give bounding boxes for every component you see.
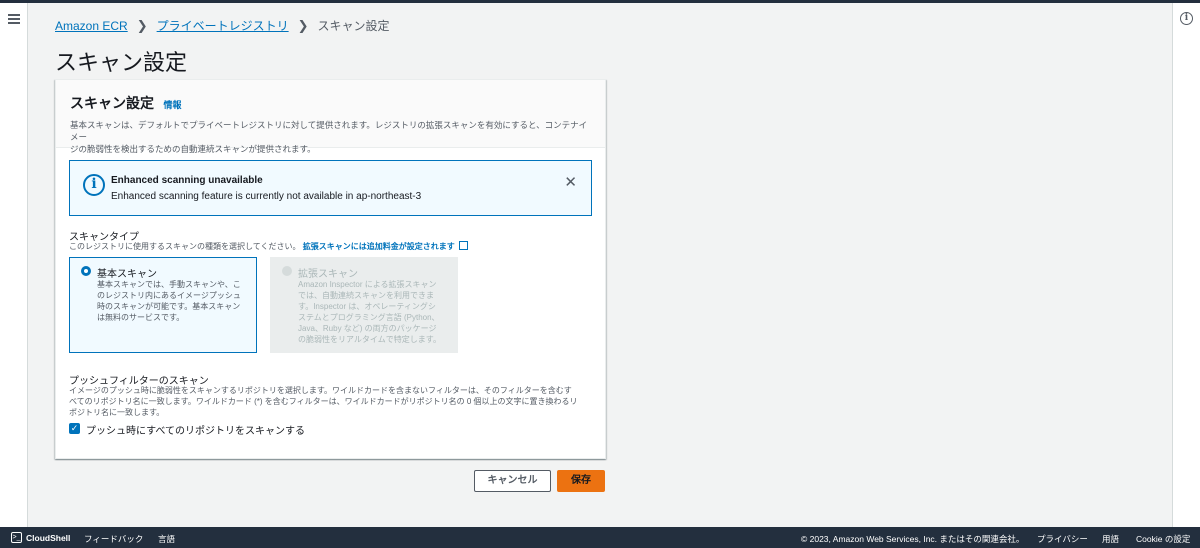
- tile-desc-line: の脆弱性をリアルタイムで特定します。: [298, 335, 441, 344]
- pricing-link[interactable]: 拡張スキャンには追加料金が設定されます: [303, 242, 455, 251]
- scan-all-repos-label[interactable]: プッシュ時にすべてのリポジトリをスキャンする: [86, 422, 305, 437]
- left-nav-panel: [0, 3, 28, 527]
- cancel-button[interactable]: キャンセル: [474, 470, 551, 492]
- close-icon[interactable]: ✕: [564, 173, 577, 191]
- tile-desc-line: は無料のサービスです。: [97, 313, 185, 322]
- tile-desc-line: 基本スキャンでは、手動スキャンや、こ: [97, 280, 241, 289]
- cookie-settings-link[interactable]: Cookie の設定: [1136, 533, 1190, 545]
- basic-scan-label: 基本スキャン: [97, 269, 157, 280]
- language-link[interactable]: 言語: [158, 533, 175, 545]
- card-description: 基本スキャンは、デフォルトでプライベートレジストリに対して提供されます。レジスト…: [70, 119, 591, 155]
- basic-scan-radio[interactable]: [81, 266, 91, 276]
- info-link[interactable]: 情報: [163, 100, 181, 110]
- external-link-icon: [458, 241, 468, 250]
- enhanced-scan-description: Amazon Inspector による拡張スキャン では、自動連続スキャンを利…: [298, 279, 448, 345]
- feedback-link[interactable]: フィードバック: [84, 533, 143, 545]
- breadcrumb-private-registry[interactable]: プライベートレジストリ: [157, 17, 289, 34]
- chevron-right-icon: ❯: [297, 17, 309, 33]
- right-help-panel: i: [1172, 3, 1200, 527]
- info-icon[interactable]: i: [1180, 12, 1193, 25]
- tile-desc-line: ステムとプログラミング言語 (Python、: [298, 313, 440, 322]
- card-header: スキャン設定 情報 基本スキャンは、デフォルトでプライベートレジストリに対して提…: [56, 80, 605, 154]
- save-button[interactable]: 保存: [557, 470, 605, 492]
- info-icon: i: [83, 174, 105, 196]
- alert-title: Enhanced scanning unavailable: [111, 175, 263, 186]
- privacy-link[interactable]: プライバシー: [1037, 533, 1088, 545]
- copyright-text: © 2023, Amazon Web Services, Inc. またはその関…: [801, 534, 1025, 544]
- tile-desc-line: Java、Ruby など) の両方のパッケージ: [298, 324, 437, 333]
- scan-all-repos-checkbox[interactable]: ✓: [69, 423, 80, 434]
- scan-settings-card: スキャン設定 情報 基本スキャンは、デフォルトでプライベートレジストリに対して提…: [55, 79, 606, 459]
- scan-type-description: このレジストリに使用するスキャンの種類を選択してください。 拡張スキャンには追加…: [69, 241, 468, 252]
- enhanced-scan-radio: [282, 266, 292, 276]
- tile-desc-line: Amazon Inspector による拡張スキャン: [298, 280, 437, 289]
- basic-scan-description: 基本スキャンでは、手動スキャンや、こ のレジストリ内にあるイメージプッシュ 時の…: [97, 279, 247, 323]
- breadcrumb: Amazon ECR ❯ プライベートレジストリ ❯ スキャン設定: [55, 17, 390, 34]
- tile-desc-line: のレジストリ内にあるイメージプッシュ: [97, 291, 241, 300]
- enhanced-scan-label: 拡張スキャン: [298, 269, 358, 280]
- push-filter-desc-line: ポジトリ名に一致します。: [69, 408, 165, 417]
- breadcrumb-ecr[interactable]: Amazon ECR: [55, 19, 128, 33]
- tile-desc-line: 時のスキャンが可能です。基本スキャン: [97, 302, 241, 311]
- push-filter-desc-line: イメージのプッシュ時に脆弱性をスキャンするリポジトリを選択します。ワイルドカード…: [69, 386, 572, 395]
- tile-desc-line: す。Inspector は、オペレーティングシ: [298, 302, 436, 311]
- footer-bar: >_ CloudShell フィードバック 言語 © 2023, Amazon …: [0, 527, 1200, 548]
- enhanced-scan-tile: 拡張スキャン Amazon Inspector による拡張スキャン では、自動連…: [270, 257, 458, 353]
- card-desc-line: ジの脆弱性を検出するための自動連続スキャンが提供されます。: [70, 144, 316, 154]
- push-filter-description: イメージのプッシュ時に脆弱性をスキャンするリポジトリを選択します。ワイルドカード…: [69, 385, 578, 418]
- push-filter-desc-line: べてのリポジトリ名に一致します。ワイルドカード (*) を含むフィルターは、ワイ…: [69, 397, 578, 406]
- menu-icon[interactable]: [8, 14, 20, 24]
- breadcrumb-current: スキャン設定: [317, 19, 390, 33]
- basic-scan-tile[interactable]: 基本スキャン 基本スキャンでは、手動スキャンや、こ のレジストリ内にあるイメージ…: [69, 257, 257, 353]
- tile-desc-line: では、自動連続スキャンを利用できま: [298, 291, 434, 300]
- card-desc-line: 基本スキャンは、デフォルトでプライベートレジストリに対して提供されます。レジスト…: [70, 120, 588, 142]
- main-content: Amazon ECR ❯ プライベートレジストリ ❯ スキャン設定 スキャン設定…: [28, 3, 1172, 527]
- card-title: スキャン設定: [70, 95, 154, 111]
- alert-message: Enhanced scanning feature is currently n…: [111, 191, 422, 202]
- scan-type-desc-text: このレジストリに使用するスキャンの種類を選択してください。: [69, 242, 301, 251]
- terms-link[interactable]: 用語: [1102, 533, 1119, 545]
- cloudshell-icon: >_: [11, 532, 22, 543]
- cloudshell-link[interactable]: CloudShell: [26, 533, 70, 543]
- chevron-right-icon: ❯: [136, 17, 148, 33]
- info-alert: i Enhanced scanning unavailable Enhanced…: [69, 160, 592, 216]
- page-title: スキャン設定: [55, 50, 188, 75]
